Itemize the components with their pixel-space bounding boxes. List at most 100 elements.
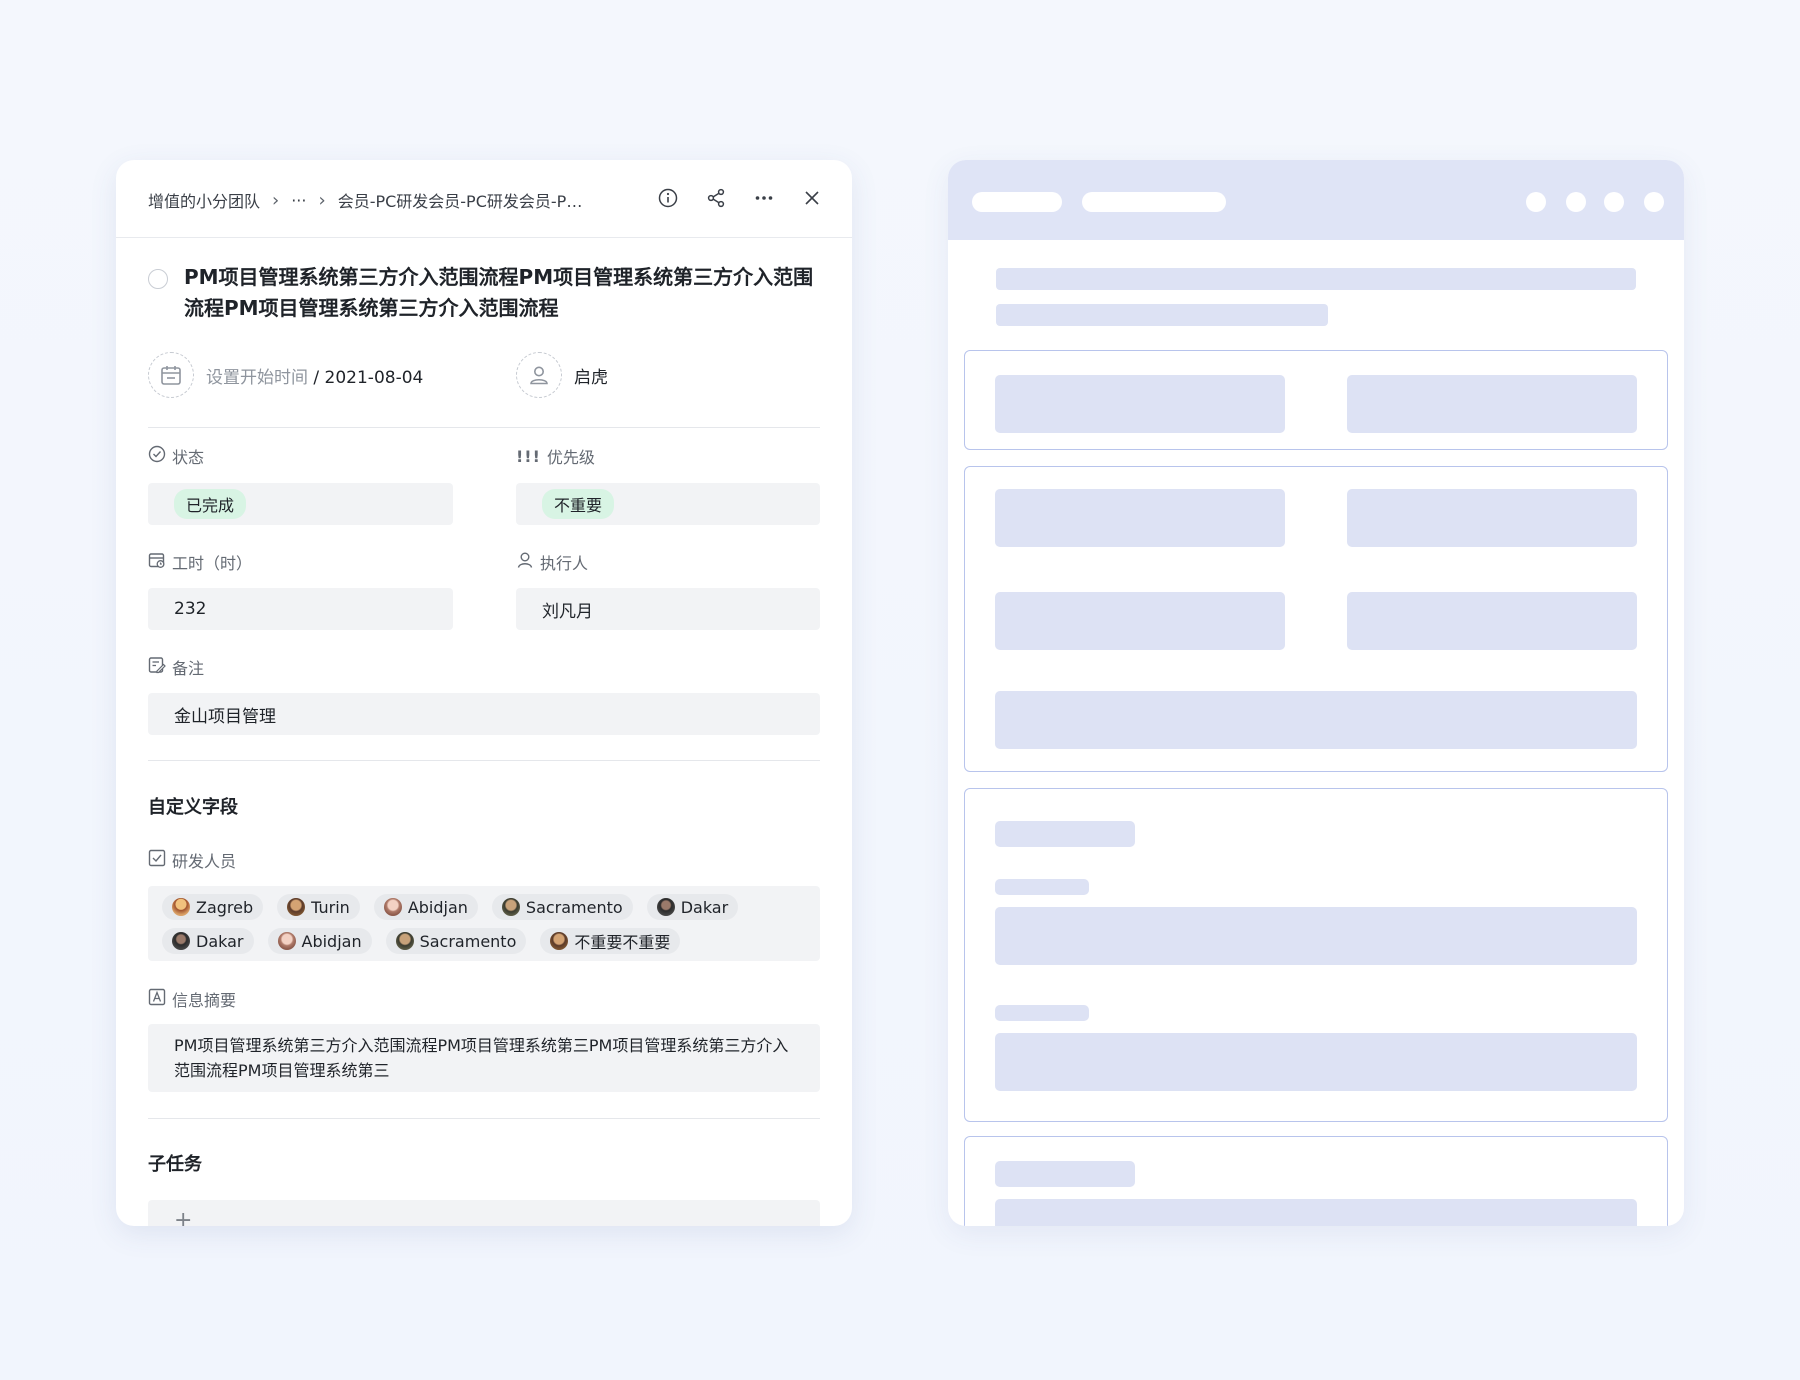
person-name: Zagreb bbox=[196, 897, 254, 917]
person-name: Dakar bbox=[680, 897, 729, 917]
person-chip[interactable]: Abidjan bbox=[373, 894, 478, 920]
executor-label-text: 执行人 bbox=[540, 554, 589, 573]
developers-label: 研发人员 bbox=[148, 848, 236, 872]
task-meta-row: 设置开始时间 / 2021-08-04 启虎 bbox=[148, 352, 820, 400]
skeleton-dot bbox=[1644, 192, 1664, 212]
skeleton-card bbox=[964, 350, 1668, 450]
skeleton-window bbox=[948, 160, 1684, 1226]
divider bbox=[148, 760, 820, 761]
note-input[interactable]: 金山项目管理 bbox=[148, 693, 820, 735]
skeleton-header bbox=[948, 160, 1684, 240]
summary-input[interactable]: PM项目管理系统第三方介入范围流程PM项目管理系统第三PM项目管理系统第三方介入… bbox=[148, 1024, 820, 1092]
custom-fields-title: 自定义字段 bbox=[148, 797, 238, 818]
skeleton-block bbox=[995, 489, 1285, 547]
skeleton-block bbox=[995, 1161, 1135, 1187]
breadcrumb: 增值的小分团队 › ··· › 会员-PC研发会员-PC研发会员-PC... bbox=[148, 188, 590, 212]
summary-label: 信息摘要 bbox=[148, 987, 236, 1011]
clock-calendar-icon bbox=[148, 551, 166, 573]
avatar bbox=[287, 898, 306, 916]
executor-select[interactable]: 刘凡月 bbox=[516, 588, 820, 630]
close-icon[interactable] bbox=[800, 186, 824, 210]
person-chip[interactable]: Dakar bbox=[646, 894, 739, 920]
person-chip[interactable]: Abidjan bbox=[267, 928, 372, 954]
person-chip[interactable]: Sacramento bbox=[491, 894, 633, 920]
panel-header: 增值的小分团队 › ··· › 会员-PC研发会员-PC研发会员-PC... bbox=[116, 160, 852, 238]
status-select[interactable]: 已完成 bbox=[148, 483, 453, 525]
priority-label-text: 优先级 bbox=[546, 448, 595, 467]
person-chip[interactable]: Turin bbox=[277, 894, 360, 920]
skeleton-line bbox=[996, 304, 1328, 326]
hours-input[interactable]: 232 bbox=[148, 588, 453, 630]
person-name: Abidjan bbox=[301, 931, 362, 951]
info-icon[interactable] bbox=[656, 186, 680, 210]
checkbox-icon bbox=[148, 849, 166, 871]
person-name: Sacramento bbox=[419, 931, 517, 951]
task-title[interactable]: PM项目管理系统第三方介入范围流程PM项目管理系统第三方介入范围流程PM项目管理… bbox=[184, 262, 828, 324]
person-name: Turin bbox=[311, 897, 350, 917]
more-icon[interactable] bbox=[752, 186, 776, 210]
skeleton-block bbox=[995, 821, 1135, 847]
avatar bbox=[550, 932, 569, 950]
avatar bbox=[383, 898, 402, 916]
person-chip[interactable]: Dakar bbox=[162, 928, 254, 954]
breadcrumb-ellipsis[interactable]: ··· bbox=[291, 191, 306, 210]
skeleton-block bbox=[995, 907, 1637, 965]
skeleton-block bbox=[995, 879, 1089, 895]
complete-radio[interactable] bbox=[148, 269, 168, 289]
check-circle-icon bbox=[148, 445, 166, 467]
divider bbox=[148, 1118, 820, 1119]
status-label: 状态 bbox=[148, 444, 204, 468]
avatar bbox=[277, 932, 296, 950]
date-picker[interactable]: 设置开始时间 / 2021-08-04 bbox=[148, 352, 423, 398]
share-icon[interactable] bbox=[704, 186, 728, 210]
avatar bbox=[172, 932, 190, 950]
summary-label-text: 信息摘要 bbox=[172, 991, 237, 1010]
developers-select[interactable]: Zagreb Turin Abidjan Sacramento Dakar Da… bbox=[148, 886, 820, 961]
add-subtask-button[interactable]: + bbox=[148, 1200, 820, 1226]
priority-label: !!! 优先级 bbox=[516, 444, 595, 468]
task-title-row: PM项目管理系统第三方介入范围流程PM项目管理系统第三方介入范围流程PM项目管理… bbox=[148, 262, 828, 324]
skeleton-line bbox=[996, 268, 1636, 290]
skeleton-card bbox=[964, 466, 1668, 772]
chevron-right-icon: › bbox=[318, 189, 326, 211]
skeleton-tab bbox=[1082, 192, 1226, 212]
hours-label-text: 工时（时） bbox=[172, 554, 253, 573]
skeleton-block bbox=[1347, 592, 1637, 650]
skeleton-card bbox=[964, 1136, 1668, 1226]
skeleton-dot bbox=[1604, 192, 1624, 212]
chevron-right-icon: › bbox=[272, 189, 280, 211]
avatar bbox=[172, 898, 190, 916]
avatar bbox=[395, 932, 414, 950]
breadcrumb-team[interactable]: 增值的小分团队 bbox=[148, 188, 260, 212]
developers-label-text: 研发人员 bbox=[172, 852, 237, 871]
person-name: 不重要不重要 bbox=[574, 933, 671, 952]
avatar bbox=[501, 898, 520, 916]
avatar bbox=[656, 898, 675, 916]
skeleton-dot bbox=[1526, 192, 1546, 212]
breadcrumb-current[interactable]: 会员-PC研发会员-PC研发会员-PC... bbox=[338, 188, 590, 212]
divider bbox=[148, 427, 820, 428]
skeleton-block bbox=[995, 592, 1285, 650]
priority-icon: !!! bbox=[516, 446, 541, 466]
plus-icon: + bbox=[174, 1208, 193, 1226]
person-name: Dakar bbox=[196, 931, 244, 951]
person-chip[interactable]: Zagreb bbox=[162, 894, 264, 920]
note-edit-icon bbox=[148, 656, 166, 678]
start-time-placeholder: 设置开始时间 bbox=[206, 367, 308, 388]
skeleton-block bbox=[995, 691, 1637, 749]
task-detail-panel: 增值的小分团队 › ··· › 会员-PC研发会员-PC研发会员-PC... P… bbox=[116, 160, 852, 1226]
priority-select[interactable]: 不重要 bbox=[516, 483, 820, 525]
person-name: Abidjan bbox=[407, 897, 468, 917]
skeleton-block bbox=[995, 1005, 1089, 1021]
skeleton-dot bbox=[1566, 192, 1586, 212]
skeleton-tab bbox=[972, 192, 1062, 212]
skeleton-block bbox=[995, 375, 1285, 433]
due-date: 2021-08-04 bbox=[324, 367, 424, 388]
calendar-icon bbox=[148, 352, 194, 398]
assignee-picker[interactable]: 启虎 bbox=[516, 352, 608, 398]
person-icon bbox=[516, 551, 534, 573]
person-chip[interactable]: Sacramento bbox=[385, 928, 527, 954]
text-a-icon bbox=[148, 988, 166, 1010]
priority-tag: 不重要 bbox=[542, 489, 615, 519]
person-chip[interactable]: 不重要不重要 bbox=[540, 928, 681, 954]
